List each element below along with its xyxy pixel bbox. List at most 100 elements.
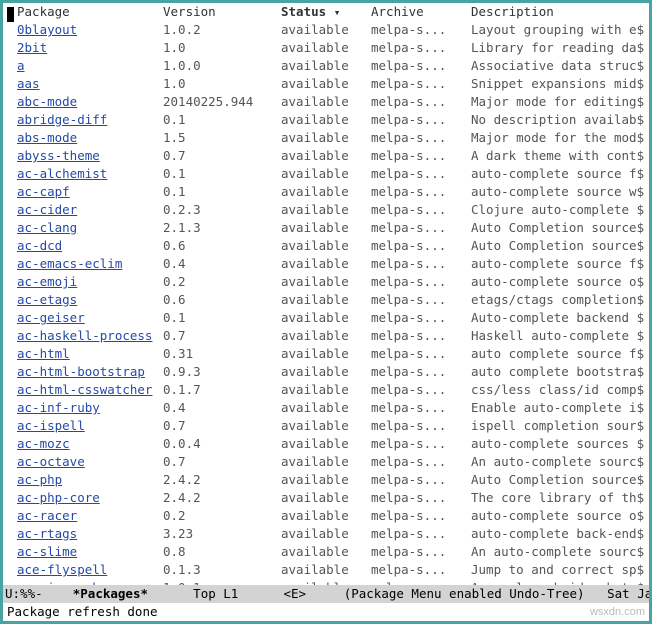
table-row[interactable]: ac-octave0.7availablemelpa-s...An auto-c… [5, 453, 649, 471]
table-row[interactable]: ac-html-csswatcher0.1.7availablemelpa-s.… [5, 381, 649, 399]
table-row[interactable]: 2bit1.0availablemelpa-s...Library for re… [5, 39, 649, 57]
table-row[interactable]: ac-inf-ruby0.4availablemelpa-s...Enable … [5, 399, 649, 417]
cell-package: ac-clang [5, 219, 163, 237]
cell-description: css/less class/id comp$ [471, 381, 649, 399]
table-row[interactable]: ac-emacs-eclim0.4availablemelpa-s...auto… [5, 255, 649, 273]
cell-version: 2.4.2 [163, 489, 281, 507]
package-link[interactable]: ac-html-bootstrap [17, 364, 145, 379]
package-link[interactable]: ac-dcd [17, 238, 62, 253]
package-link[interactable]: 2bit [17, 40, 47, 55]
table-row[interactable]: ac-capf0.1availablemelpa-s...auto-comple… [5, 183, 649, 201]
mode-line[interactable]: U:%%- *Packages* Top L1 <E> (Package Men… [3, 585, 649, 603]
cell-package: ac-php [5, 471, 163, 489]
table-row[interactable]: aas1.0availablemelpa-s...Snippet expansi… [5, 75, 649, 93]
package-list-buffer[interactable]: Package Version Status ▾ Archive Descrip… [3, 3, 649, 585]
cell-description: No description availab$ [471, 111, 649, 129]
table-row[interactable]: ac-rtags3.23availablemelpa-s...auto-comp… [5, 525, 649, 543]
table-row[interactable]: ac-dcd0.6availablemelpa-s...Auto Complet… [5, 237, 649, 255]
package-link[interactable]: abyss-theme [17, 148, 100, 163]
table-row[interactable]: ac-ispell0.7availablemelpa-s...ispell co… [5, 417, 649, 435]
table-row[interactable]: ac-php-core 2.4.2availablemelpa-s...The c… [5, 489, 649, 507]
minibuffer[interactable]: Package refresh done wsxdn.com [3, 603, 649, 621]
cell-package: ac-haskell-process [5, 327, 163, 345]
table-row[interactable]: ac-clang2.1.3availablemelpa-s...Auto Com… [5, 219, 649, 237]
package-link[interactable]: abridge-diff [17, 112, 107, 127]
cell-version: 0.1 [163, 111, 281, 129]
cell-description: auto-complete sources $ [471, 435, 649, 453]
cell-description: Major mode for the mod$ [471, 129, 649, 147]
package-link[interactable]: ac-etags [17, 292, 77, 307]
table-row[interactable]: ac-etags0.6availablemelpa-s...etags/ctag… [5, 291, 649, 309]
cell-description: The core library of th$ [471, 489, 649, 507]
table-row[interactable]: ac-racer0.2availablemelpa-s...auto-compl… [5, 507, 649, 525]
table-row[interactable]: abs-mode1.5availablemelpa-s...Major mode… [5, 129, 649, 147]
cell-version: 0.6 [163, 237, 281, 255]
package-link[interactable]: ac-cider [17, 202, 77, 217]
header-description[interactable]: Description [471, 3, 649, 21]
table-row[interactable]: ac-cider0.2.3availablemelpa-s...Clojure … [5, 201, 649, 219]
table-row[interactable]: ac-slime0.8availablemelpa-s...An auto-co… [5, 543, 649, 561]
header-package[interactable]: Package [5, 3, 163, 21]
cell-version: 1.0.2 [163, 21, 281, 39]
package-link[interactable]: ac-clang [17, 220, 77, 235]
package-link[interactable]: aas [17, 76, 40, 91]
table-row[interactable]: ac-html0.31availablemelpa-s...auto compl… [5, 345, 649, 363]
package-link[interactable]: ac-html-csswatcher [17, 382, 152, 397]
package-link[interactable]: ac-html [17, 346, 70, 361]
package-link[interactable]: abc-mode [17, 94, 77, 109]
package-link[interactable]: ac-racer [17, 508, 77, 523]
cell-package: ac-html [5, 345, 163, 363]
table-row[interactable]: ac-alchemist0.1availablemelpa-s...auto-c… [5, 165, 649, 183]
package-link[interactable]: ac-capf [17, 184, 70, 199]
cell-status: available [281, 489, 371, 507]
cell-archive: melpa-s... [371, 489, 471, 507]
table-row[interactable]: ace-flyspell0.1.3availablemelpa-s...Jump… [5, 561, 649, 579]
package-link[interactable]: ac-emacs-eclim [17, 256, 122, 271]
table-row[interactable]: ac-php2.4.2availablemelpa-s...Auto Compl… [5, 471, 649, 489]
package-link[interactable]: ac-haskell-process [17, 328, 152, 343]
package-link[interactable]: ac-slime [17, 544, 77, 559]
cell-status: available [281, 255, 371, 273]
cell-archive: melpa-s... [371, 309, 471, 327]
cell-package: ac-dcd [5, 237, 163, 255]
cell-status: available [281, 327, 371, 345]
package-link[interactable]: ac-ispell [17, 418, 85, 433]
cell-description: etags/ctags completion$ [471, 291, 649, 309]
table-row[interactable]: abridge-diff0.1availablemelpa-s...No des… [5, 111, 649, 129]
column-header-row[interactable]: Package Version Status ▾ Archive Descrip… [5, 3, 649, 21]
table-row[interactable]: abyss-theme0.7availablemelpa-s...A dark … [5, 147, 649, 165]
table-row[interactable]: ac-emoji0.2availablemelpa-s...auto-compl… [5, 273, 649, 291]
package-link[interactable]: ac-geiser [17, 310, 85, 325]
package-link[interactable]: ac-php [17, 472, 62, 487]
cell-status: available [281, 201, 371, 219]
cell-description: ispell completion sour$ [471, 417, 649, 435]
package-link[interactable]: abs-mode [17, 130, 77, 145]
header-archive[interactable]: Archive [371, 3, 471, 21]
package-link[interactable]: ac-octave [17, 454, 85, 469]
table-row[interactable]: 0blayout1.0.2availablemelpa-s...Layout g… [5, 21, 649, 39]
table-row[interactable]: ac-mozc0.0.4availablemelpa-s...auto-comp… [5, 435, 649, 453]
cell-archive: melpa-s... [371, 561, 471, 579]
header-status[interactable]: Status ▾ [281, 3, 371, 21]
table-row[interactable]: a1.0.0availablemelpa-s...Associative dat… [5, 57, 649, 75]
package-link[interactable]: a [17, 58, 25, 73]
package-link[interactable]: ac-mozc [17, 436, 70, 451]
package-link[interactable]: ace-flyspell [17, 562, 107, 577]
cell-description: auto-complete source f$ [471, 255, 649, 273]
table-row[interactable]: abc-mode20140225.944availablemelpa-s...M… [5, 93, 649, 111]
table-row[interactable]: ac-html-bootstrap0.9.3availablemelpa-s..… [5, 363, 649, 381]
package-link[interactable]: ac-alchemist [17, 166, 107, 181]
package-link[interactable]: ac-inf-ruby [17, 400, 100, 415]
package-link[interactable]: ac-rtags [17, 526, 77, 541]
header-version[interactable]: Version [163, 3, 281, 21]
package-link[interactable]: ac-php-core [17, 490, 100, 505]
cell-status: available [281, 417, 371, 435]
cell-description: Haskell auto-complete $ [471, 327, 649, 345]
package-link[interactable]: 0blayout [17, 22, 77, 37]
cell-archive: melpa-s... [371, 327, 471, 345]
table-row[interactable]: ac-geiser0.1availablemelpa-s...Auto-comp… [5, 309, 649, 327]
cell-version: 1.0 [163, 39, 281, 57]
package-link[interactable]: ac-emoji [17, 274, 77, 289]
cell-version: 1.5 [163, 129, 281, 147]
table-row[interactable]: ac-haskell-process0.7availablemelpa-s...… [5, 327, 649, 345]
